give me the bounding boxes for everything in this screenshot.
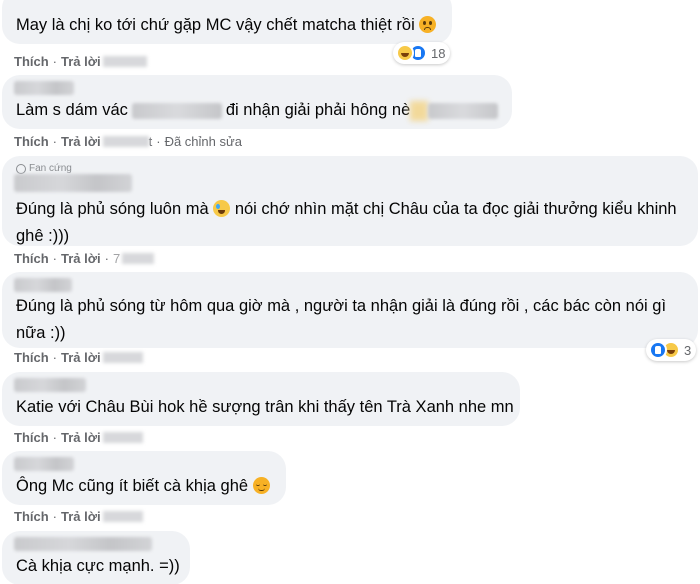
frowning-face-emoji-icon: [419, 16, 437, 33]
relieved-face-emoji-icon: [252, 477, 270, 494]
comment-actions: Thích · Trả lời t · Đã chỉnh sửa: [14, 134, 242, 149]
like-link[interactable]: Thích: [14, 350, 49, 365]
redacted-timestamp: [102, 136, 149, 147]
reply-link[interactable]: Trả lời: [61, 509, 101, 524]
redacted-author-name: [14, 537, 152, 551]
redacted-text: [428, 102, 499, 119]
comment-actions: Thích · Trả lời: [14, 350, 143, 365]
like-link[interactable]: Thích: [14, 54, 49, 69]
comment-bubble: Làm s dám vác đi nhận giải phải hông nè: [2, 75, 512, 129]
redacted-author-name: [14, 378, 86, 392]
comment-text: Làm s dám vác đi nhận giải phải hông nè: [16, 97, 499, 124]
redacted-timestamp: [102, 432, 143, 443]
comment-bubble: Đúng là phủ sóng từ hôm qua giờ mà , ngư…: [2, 272, 698, 348]
redacted-author-name: [14, 457, 74, 471]
reaction-count: 18: [431, 45, 446, 61]
haha-reaction-icon: [396, 44, 414, 62]
comment-bubble: Ông Mc cũng ít biết cà khịa ghê: [2, 451, 286, 505]
like-link[interactable]: Thích: [14, 430, 49, 445]
redacted-timestamp: [102, 511, 143, 522]
redacted-timestamp: [102, 352, 143, 363]
comment-bubble: Fan cứng Đúng là phủ sóng luôn mà nói ch…: [2, 156, 698, 246]
comment-text: Cà khịa cực mạnh. =)): [16, 557, 180, 575]
redacted-author-name: [14, 174, 132, 192]
reply-link[interactable]: Trả lời: [61, 350, 101, 365]
reply-link[interactable]: Trả lời: [61, 134, 101, 149]
redacted-timestamp: [102, 56, 147, 67]
reply-link[interactable]: Trả lời: [61, 251, 101, 266]
comment-bubble: May là chị ko tới chứ gặp MC vậy chết ma…: [2, 0, 452, 44]
redacted-author-name: [14, 278, 72, 292]
comment-actions: Thích · Trả lời: [14, 54, 147, 69]
comment-bubble: Cà khịa cực mạnh. =)): [2, 531, 190, 584]
edited-label[interactable]: Đã chỉnh sửa: [165, 134, 242, 149]
comment-text: May là chị ko tới chứ gặp MC vậy chết ma…: [16, 12, 437, 39]
redacted-text: [410, 100, 429, 121]
comment-actions: Thích · Trả lời: [14, 430, 143, 445]
redacted-author-name: [14, 81, 74, 95]
like-link[interactable]: Thích: [14, 134, 49, 149]
comment-actions: Thích · Trả lời · 7: [14, 251, 155, 266]
reaction-summary[interactable]: 18: [393, 42, 451, 64]
badge-icon: [16, 163, 26, 174]
comment-text: Đúng là phủ sóng luôn mà nói chớ nhìn mặ…: [16, 200, 677, 245]
redacted-text: [131, 102, 222, 119]
fan-badge: Fan cứng: [16, 163, 72, 174]
reply-link[interactable]: Trả lời: [61, 430, 101, 445]
like-link[interactable]: Thích: [14, 509, 49, 524]
like-link[interactable]: Thích: [14, 251, 49, 266]
comment-text: Ông Mc cũng ít biết cà khịa ghê: [16, 473, 270, 500]
comment-bubble: Katie với Châu Bùi hok hề sượng trân khi…: [2, 372, 520, 426]
comment-text: Đúng là phủ sóng từ hôm qua giờ mà , ngư…: [16, 297, 667, 342]
redacted-timestamp: [122, 253, 155, 264]
crying-laughing-emoji-icon: [213, 200, 231, 217]
comment-actions: Thích · Trả lời: [14, 509, 143, 524]
comment-text: Katie với Châu Bùi hok hề sượng trân khi…: [16, 398, 514, 416]
reply-link[interactable]: Trả lời: [61, 54, 101, 69]
like-reaction-icon: [649, 341, 667, 359]
reaction-count: 3: [684, 342, 692, 358]
reaction-summary[interactable]: 3: [646, 339, 697, 361]
